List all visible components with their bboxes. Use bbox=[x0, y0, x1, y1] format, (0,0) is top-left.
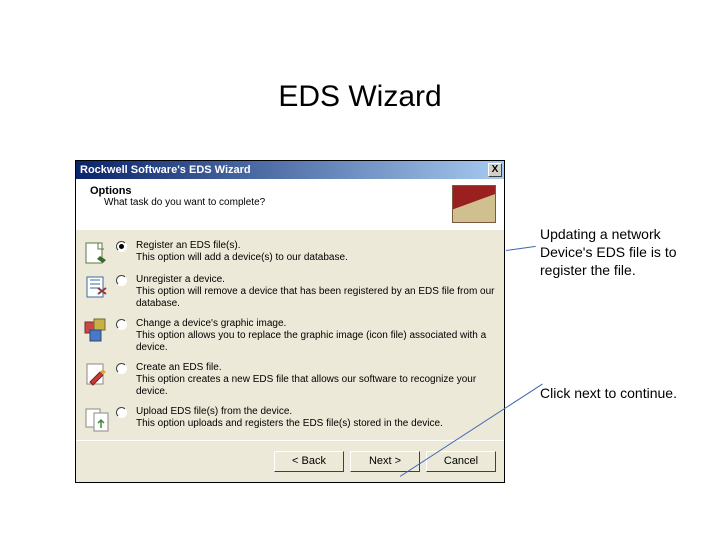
radio-unregister[interactable] bbox=[116, 275, 127, 286]
option-unregister[interactable]: Unregister a device. This option will re… bbox=[82, 270, 498, 314]
option-desc: This option will remove a device that ha… bbox=[136, 286, 496, 310]
register-file-icon bbox=[84, 240, 110, 266]
titlebar: Rockwell Software's EDS Wizard X bbox=[76, 161, 504, 179]
radio-register[interactable] bbox=[116, 241, 127, 252]
annotation-register: Updating a network Device's EDS file is … bbox=[540, 225, 700, 279]
option-label: Change a device's graphic image. bbox=[136, 318, 496, 330]
graphic-image-icon bbox=[84, 318, 110, 344]
create-file-icon bbox=[84, 362, 110, 388]
slide-title: EDS Wizard bbox=[0, 80, 720, 114]
callout-line-1 bbox=[506, 246, 536, 251]
back-button[interactable]: < Back bbox=[274, 451, 344, 472]
close-button[interactable]: X bbox=[488, 163, 502, 177]
option-desc: This option will add a device(s) to our … bbox=[136, 252, 496, 264]
option-label: Create an EDS file. bbox=[136, 362, 496, 374]
options-group: Register an EDS file(s). This option wil… bbox=[76, 230, 504, 440]
option-label: Register an EDS file(s). bbox=[136, 240, 496, 252]
option-register[interactable]: Register an EDS file(s). This option wil… bbox=[82, 236, 498, 270]
close-icon: X bbox=[492, 164, 499, 175]
unregister-file-icon bbox=[84, 274, 110, 300]
annotation-next: Click next to continue. bbox=[540, 384, 710, 402]
option-change-image[interactable]: Change a device's graphic image. This op… bbox=[82, 314, 498, 358]
option-create[interactable]: Create an EDS file. This option creates … bbox=[82, 358, 498, 402]
upload-file-icon bbox=[84, 406, 110, 432]
option-desc: This option uploads and registers the ED… bbox=[136, 418, 496, 430]
option-upload[interactable]: Upload EDS file(s) from the device. This… bbox=[82, 402, 498, 436]
window-title: Rockwell Software's EDS Wizard bbox=[80, 164, 488, 176]
option-label: Unregister a device. bbox=[136, 274, 496, 286]
radio-upload[interactable] bbox=[116, 407, 127, 418]
button-row: < Back Next > Cancel bbox=[76, 441, 504, 482]
cancel-button[interactable]: Cancel bbox=[426, 451, 496, 472]
option-label: Upload EDS file(s) from the device. bbox=[136, 406, 496, 418]
wizard-graphic-icon bbox=[452, 185, 496, 223]
header-text: Options What task do you want to complet… bbox=[90, 185, 452, 208]
header-title: Options bbox=[90, 185, 452, 197]
option-desc: This option creates a new EDS file that … bbox=[136, 374, 496, 398]
header-panel: Options What task do you want to complet… bbox=[76, 179, 504, 229]
radio-create[interactable] bbox=[116, 363, 127, 374]
radio-change-image[interactable] bbox=[116, 319, 127, 330]
option-desc: This option allows you to replace the gr… bbox=[136, 330, 496, 354]
eds-wizard-dialog: Rockwell Software's EDS Wizard X Options… bbox=[75, 160, 505, 483]
header-subtitle: What task do you want to complete? bbox=[90, 197, 452, 208]
